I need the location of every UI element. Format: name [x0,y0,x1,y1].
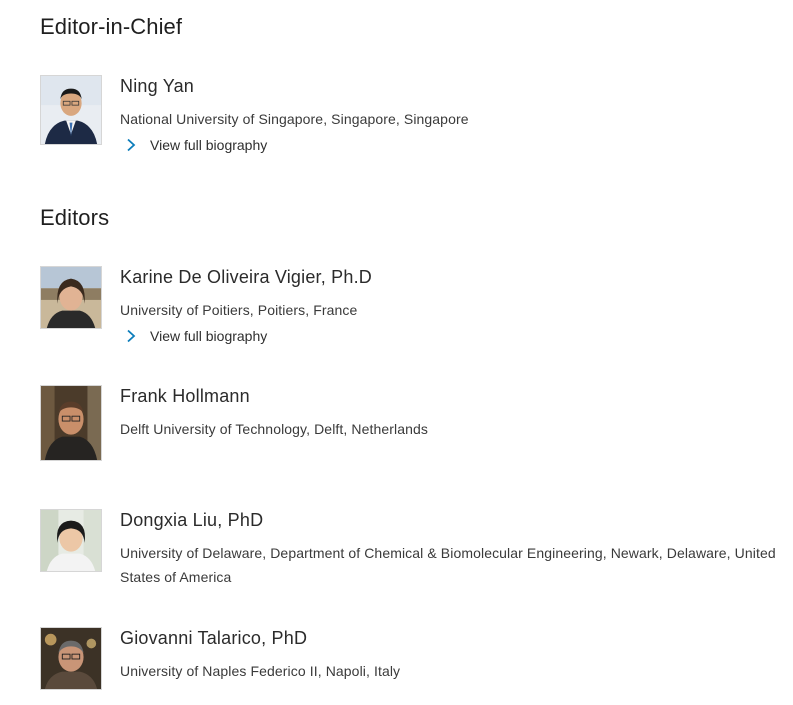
view-full-biography-label: View full biography [150,137,268,153]
editors-heading: Editors [40,205,110,230]
editor-in-chief-heading: Editor-in-Chief [40,14,183,39]
person-info: Karine De Oliveira Vigier, Ph.D Universi… [120,266,779,348]
view-full-biography-link[interactable]: View full biography [120,326,267,346]
person-photo [40,385,102,461]
person-name: Karine De Oliveira Vigier, Ph.D [120,267,372,287]
person-photo [40,75,102,145]
person-affiliation: National University of Singapore, Singap… [120,111,469,127]
person-photo [40,509,102,572]
chevron-right-icon [124,138,138,152]
person-info: Ning Yan National University of Singapor… [120,75,779,157]
person-name: Giovanni Talarico, PhD [120,628,308,648]
person-photo [40,266,102,329]
person-name: Ning Yan [120,76,194,96]
view-full-biography-link[interactable]: View full biography [120,135,267,155]
view-full-biography-label: View full biography [150,328,268,344]
person-name: Dongxia Liu, PhD [120,510,264,530]
person-info: Frank Hollmann Delft University of Techn… [120,385,779,441]
person-affiliation: University of Poitiers, Poitiers, France [120,302,358,318]
chevron-right-icon [124,329,138,343]
person-info: Dongxia Liu, PhD University of Delaware,… [120,509,779,589]
person-affiliation: University of Naples Federico II, Napoli… [120,663,401,679]
person-affiliation: University of Delaware, Department of Ch… [120,545,776,585]
person-info: Giovanni Talarico, PhD University of Nap… [120,627,779,683]
person-name: Frank Hollmann [120,386,250,406]
person-photo [40,627,102,690]
person-affiliation: Delft University of Technology, Delft, N… [120,421,428,437]
